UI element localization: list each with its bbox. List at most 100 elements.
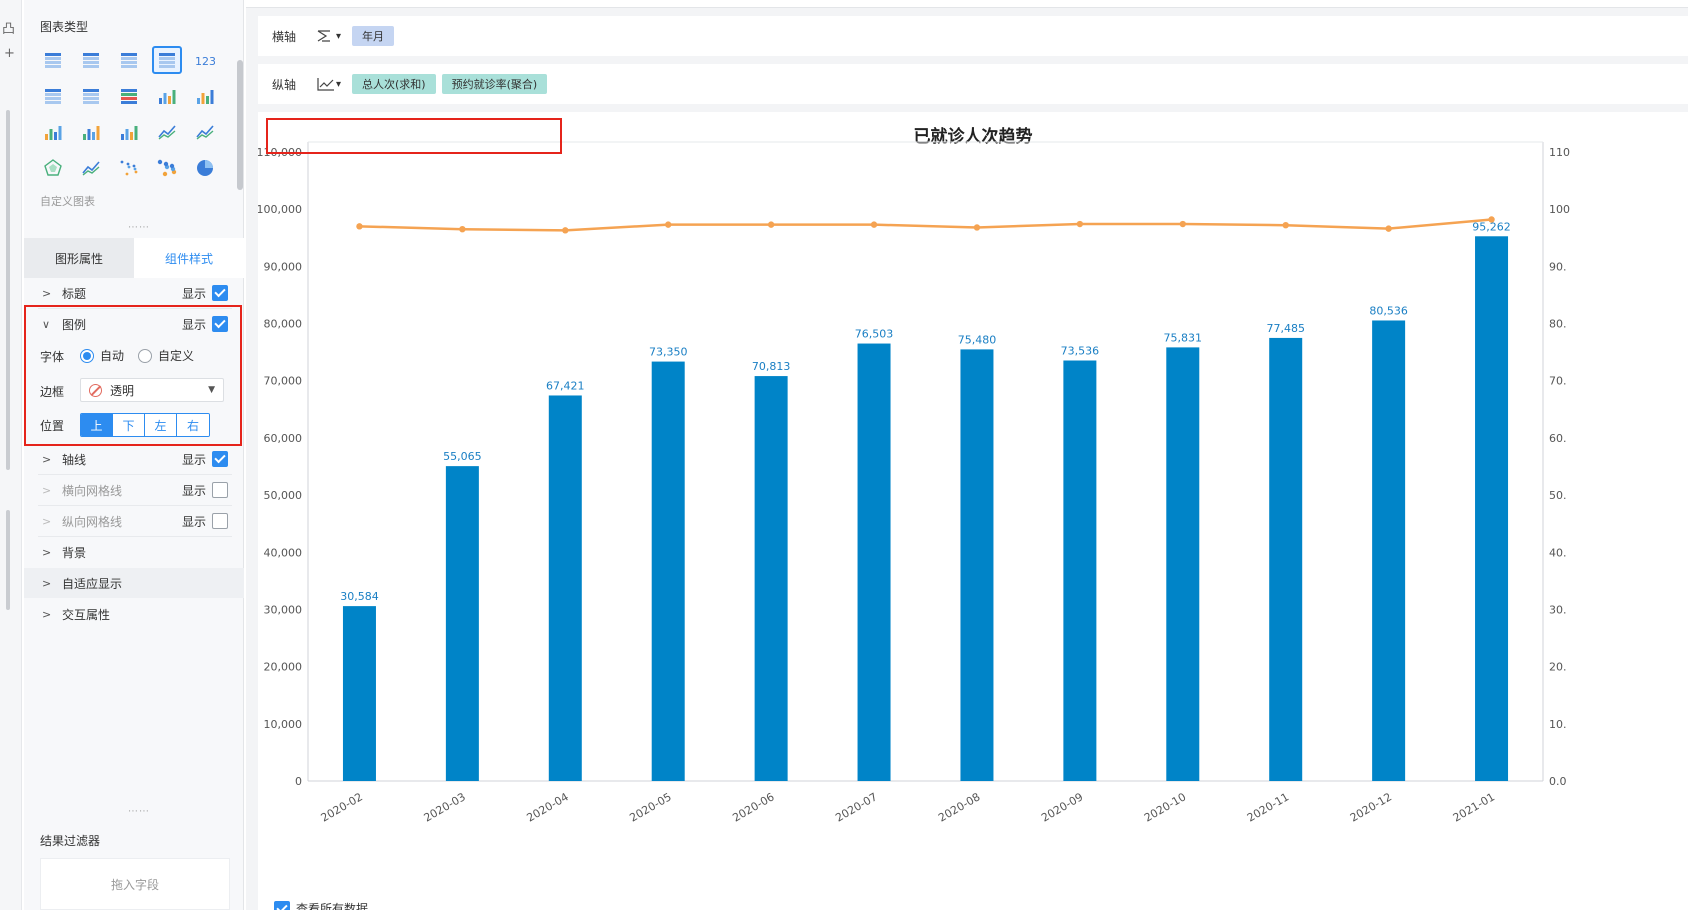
multi-bar-icon[interactable]	[38, 118, 68, 146]
y-tick-label: 90,000	[264, 260, 303, 273]
y-axis-bar: 纵轴 ▾ 总人次(求和) 预约就诊率(聚合)	[258, 64, 1688, 104]
row-adaptive[interactable]: > 自适应显示	[24, 568, 244, 598]
detail-table-icon[interactable]	[114, 46, 144, 74]
stacked-bar-icon[interactable]	[152, 82, 182, 110]
show-label: 显示	[181, 483, 206, 498]
y-tick-label: 50,000	[264, 489, 303, 502]
v-grid-show-checkbox[interactable]	[212, 513, 228, 529]
panel-scrollbar[interactable]	[237, 60, 243, 190]
right-tick-label: 60.	[1549, 432, 1567, 445]
top-strip	[246, 0, 1688, 8]
bar-data-label: 30,584	[340, 590, 379, 603]
table-icon[interactable]	[38, 46, 68, 74]
y-tick-label: 30,000	[264, 603, 303, 616]
x-tick-label: 2020-04	[524, 790, 570, 824]
dot-table-icon[interactable]	[76, 82, 106, 110]
radar-icon[interactable]	[38, 154, 68, 182]
property-tabs: 图形属性 组件样式	[24, 238, 244, 278]
grouped-table-icon[interactable]	[152, 46, 182, 74]
bar	[960, 349, 994, 781]
tab-graphic-props[interactable]: 图形属性	[24, 238, 134, 278]
bar	[857, 343, 891, 781]
step-icon[interactable]	[114, 118, 144, 146]
y-tick-label: 40,000	[264, 546, 303, 559]
y-tick-label: 100,000	[258, 203, 302, 216]
heatmap-table-icon[interactable]	[38, 82, 68, 110]
rail-scrollbar[interactable]	[6, 110, 10, 470]
sort-axis-icon[interactable]: ▾	[316, 28, 346, 44]
y-axis-field-pill-1[interactable]: 总人次(求和)	[352, 74, 436, 94]
bar-data-label: 70,813	[752, 360, 791, 373]
y-axis-field-pill-2[interactable]: 预约就诊率(聚合)	[441, 74, 548, 94]
area-icon[interactable]	[76, 154, 106, 182]
bar-data-label: 75,831	[1164, 331, 1203, 344]
map-heat-icon[interactable]	[114, 82, 144, 110]
x-tick-label: 2020-10	[1142, 790, 1188, 824]
row-axis-line[interactable]: > 轴线 显示	[24, 444, 244, 474]
bar	[651, 361, 685, 781]
bar-data-label: 73,536	[1061, 345, 1100, 358]
kpi-123-icon[interactable]: 123	[190, 46, 220, 74]
bar-data-label: 55,065	[443, 450, 482, 463]
bar-data-label: 76,503	[855, 328, 894, 341]
row-background-label: 背景	[62, 545, 87, 560]
left-rail: 凸 +	[0, 0, 22, 910]
tab-component-style[interactable]: 组件样式	[134, 238, 244, 278]
line-point	[767, 221, 775, 228]
svg-text:123: 123	[195, 55, 215, 68]
wave-icon[interactable]	[152, 118, 182, 146]
chevron-right-icon: >	[42, 607, 52, 621]
right-tick-label: 90.	[1549, 260, 1567, 273]
bubble-icon[interactable]	[152, 154, 182, 182]
axis-line-show-checkbox[interactable]	[212, 451, 228, 467]
chevron-right-icon: >	[42, 576, 52, 590]
bar-data-label: 73,350	[649, 346, 688, 359]
chevron-right-icon: >	[42, 452, 52, 466]
row-interaction[interactable]: > 交互属性	[24, 599, 244, 629]
line-point	[356, 223, 363, 230]
line-icon[interactable]	[190, 118, 220, 146]
y-tick-label: 0	[295, 775, 302, 788]
share-icon[interactable]: 凸	[2, 18, 15, 37]
view-all-data-toggle[interactable]: 查看所有数据	[274, 900, 368, 910]
x-axis-field-pill[interactable]: 年月	[352, 26, 394, 46]
row-v-grid[interactable]: > 纵向网格线 显示	[24, 506, 244, 536]
x-tick-label: 2020-03	[422, 790, 468, 824]
line-chart-icon[interactable]: ▾	[316, 76, 346, 92]
title-highlight-box	[266, 118, 562, 154]
row-h-grid[interactable]: > 横向网格线 显示	[24, 475, 244, 505]
h-grid-show-checkbox[interactable]	[212, 482, 228, 498]
chevron-right-icon: >	[42, 286, 52, 300]
row-background[interactable]: > 背景	[24, 537, 244, 567]
title-show-checkbox[interactable]	[212, 285, 228, 301]
y-tick-label: 70,000	[264, 375, 303, 388]
bar-icon[interactable]	[190, 82, 220, 110]
right-tick-label: 70.	[1549, 375, 1567, 388]
y-tick-label: 80,000	[264, 318, 303, 331]
custom-chart-label[interactable]: 自定义图表	[40, 193, 95, 209]
resize-grip[interactable]: ⋯⋯	[128, 806, 150, 817]
right-tick-label: 0.0	[1549, 775, 1567, 788]
line-point	[1076, 220, 1084, 228]
x-tick-label: 2020-06	[730, 790, 776, 824]
filter-dropzone[interactable]: 拖入字段	[40, 858, 230, 910]
scatter-icon[interactable]	[114, 154, 144, 182]
row-h-grid-label: 横向网格线	[62, 483, 123, 498]
cross-table-icon[interactable]	[76, 46, 106, 74]
row-adaptive-label: 自适应显示	[62, 576, 123, 591]
y-tick-label: 60,000	[264, 432, 303, 445]
row-title[interactable]: > 标题 显示	[24, 278, 244, 308]
rail-scrollbar-lower[interactable]	[6, 510, 10, 610]
add-icon[interactable]: +	[4, 46, 15, 61]
view-all-checkbox[interactable]	[274, 900, 290, 910]
bar	[1372, 320, 1406, 781]
right-tick-label: 100	[1549, 203, 1570, 216]
pie-icon[interactable]	[190, 154, 220, 182]
line-series	[359, 218, 1492, 232]
x-tick-label: 2021-01	[1451, 790, 1497, 824]
stacked-column-icon[interactable]	[76, 118, 106, 146]
line-point	[1385, 225, 1392, 232]
resize-grip[interactable]: ⋯⋯	[128, 222, 150, 233]
show-label: 显示	[181, 286, 206, 301]
line-point	[459, 225, 466, 233]
